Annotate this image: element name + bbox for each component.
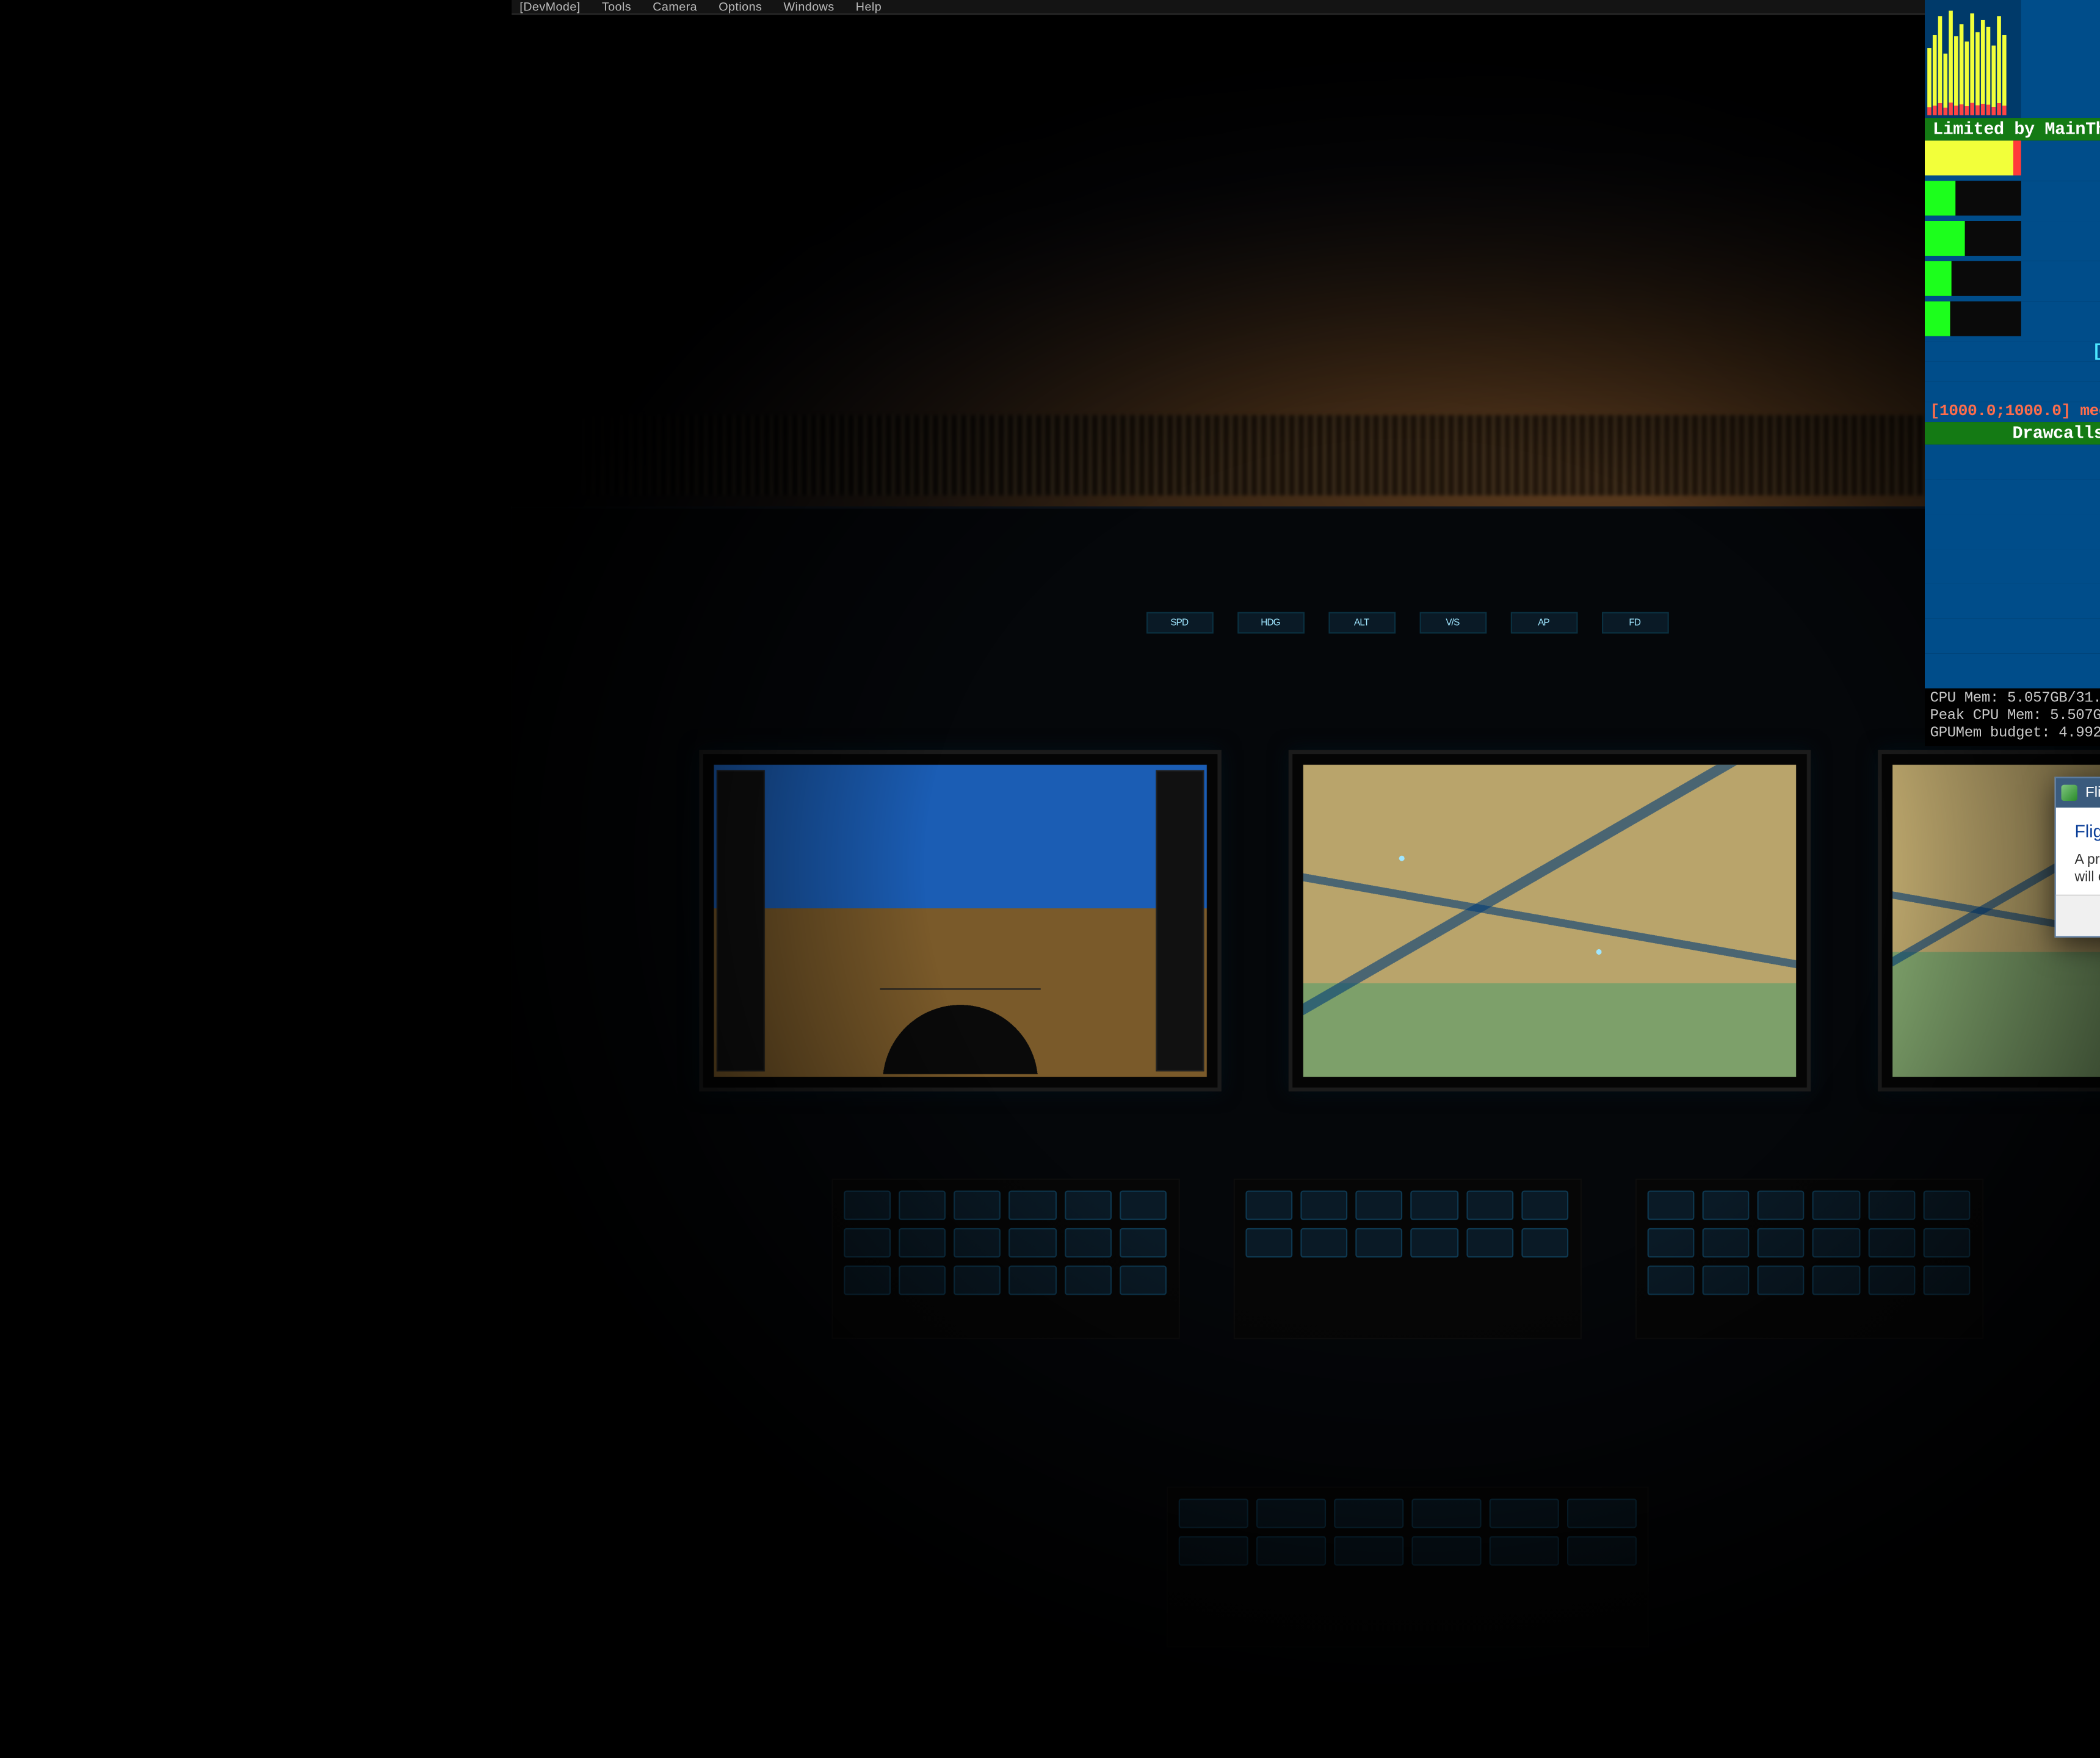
dev-menu-bar[interactable]: [DevMode] Tools Camera Options Windows H…: [512, 0, 2100, 15]
dialog-title: FlightSimulator.exe: [2085, 785, 2100, 801]
thread-bar: [1925, 181, 2021, 215]
thread-bar: [1925, 302, 2021, 336]
thread-name: CoherentGTDraw: [2029, 261, 2100, 281]
thread-row: Manipulators4.3 ms: [1925, 221, 2100, 261]
nd-center[interactable]: [1289, 750, 1811, 1091]
menu-tools[interactable]: Tools: [602, 0, 631, 13]
fps-value: 38.0: [2024, 2, 2100, 43]
cdu-right[interactable]: [1635, 1179, 1983, 1339]
mcp-readout[interactable]: ALT: [1328, 612, 1395, 634]
menu-help[interactable]: Help: [856, 0, 882, 13]
pfd-left[interactable]: [699, 750, 1222, 1091]
menu-devmode[interactable]: [DevMode]: [520, 0, 580, 13]
thread-row: MainThread31.4 ms: [1925, 140, 2100, 181]
thread-bar: [1925, 261, 2021, 296]
menu-options[interactable]: Options: [719, 0, 762, 13]
gpu-label: GPU: [1925, 361, 2100, 382]
dialog-body: A problem caused the program to stop wor…: [2075, 852, 2100, 886]
mcp-panel[interactable]: SPD HDG ALT V/S AP FD: [712, 576, 2100, 670]
mem-line: GPUMem budget: 4.992GB/23.027GB: [1930, 726, 2100, 743]
error-dialog[interactable]: FlightSimulator.exe ✕ FlightSimulator.ex…: [2055, 777, 2100, 938]
stereo-left-eye: SPD HDG ALT V/S AP FD: [512, 0, 2100, 1758]
thread-name: CoherentGTUIThread: [2029, 302, 2100, 322]
draw-item: Light probes0: [1925, 584, 2100, 619]
pedestal[interactable]: [820, 1179, 1994, 1741]
mcp-readout[interactable]: AP: [1510, 612, 1577, 634]
app-icon: [2062, 785, 2077, 801]
gpu-bracket: [ 0.9;41.2] 90%:10.5: [1925, 341, 2100, 361]
draw-item: Omni in frustum0: [1925, 479, 2100, 514]
gpu-ms: 0.0 ms: [1925, 382, 2100, 402]
fps-latency: 26.31 ms: [2024, 43, 2100, 63]
thread-name: RdrThread: [2029, 181, 2100, 201]
thread-row: CoherentGTDraw3.2 ms: [1925, 261, 2100, 302]
fps-graph: [1925, 0, 2021, 118]
draw-item: Decals0: [1925, 654, 2100, 689]
dialog-heading: FlightSimulator.exe has stopped working: [2075, 821, 2100, 841]
thread-name: MainThread: [2029, 140, 2100, 161]
drawcalls-header: Drawcalls Face count: [1925, 422, 2100, 444]
mcp-readout[interactable]: FD: [1601, 612, 1668, 634]
draw-item: Omni forward0: [1925, 514, 2100, 549]
thread-row: RdrThread10.0 ms: [1925, 181, 2100, 221]
thread-ms: 9.1 ms: [2029, 322, 2100, 342]
mem-footer: CPU Mem: 5.057GB/31.913GBPeak CPU Mem: 5…: [1925, 689, 2100, 746]
draw-item: Spot/Omni shadows0: [1925, 549, 2100, 584]
menu-windows[interactable]: Windows: [783, 0, 834, 13]
draw-item: Reflection probes0: [1925, 619, 2100, 654]
thread-ms: 4.3 ms: [2029, 241, 2100, 261]
cdu-left[interactable]: [831, 1179, 1179, 1339]
mem-line: CPU Mem: 5.057GB/31.913GB: [1930, 691, 2100, 709]
city-lights: [583, 415, 2100, 496]
mcp-readout[interactable]: HDG: [1237, 612, 1304, 634]
gpu-budget: [1000.0;1000.0] med:1000.0: [1925, 402, 2100, 422]
efis-row: [699, 750, 2100, 1091]
limited-by: Limited by MainThread: [1925, 118, 2100, 140]
dialog-titlebar[interactable]: FlightSimulator.exe ✕: [2056, 778, 2100, 808]
thread-bar: [1925, 221, 2021, 256]
radio-panel[interactable]: [1166, 1486, 1648, 1647]
thread-ms: 10.0 ms: [2029, 201, 2100, 221]
thread-name: Manipulators: [2029, 221, 2100, 241]
throttle-quadrant[interactable]: [1233, 1179, 1581, 1339]
mcp-readout[interactable]: SPD: [1146, 612, 1213, 634]
menu-camera[interactable]: Camera: [653, 0, 697, 13]
thread-ms: 31.4 ms: [2029, 161, 2100, 181]
mcp-readout[interactable]: V/S: [1419, 612, 1486, 634]
mem-line: Peak CPU Mem: 5.507GB: [1930, 709, 2100, 726]
thread-bar: [1925, 140, 2021, 175]
thread-ms: 3.2 ms: [2029, 281, 2100, 302]
thread-row: CoherentGTUIThread9.1 ms: [1925, 302, 2100, 342]
fps-overlay: 38.0 26.31 ms Tearing Inactive Screen 14…: [1925, 0, 2100, 746]
draw-item: Omni forward0: [1925, 444, 2100, 479]
